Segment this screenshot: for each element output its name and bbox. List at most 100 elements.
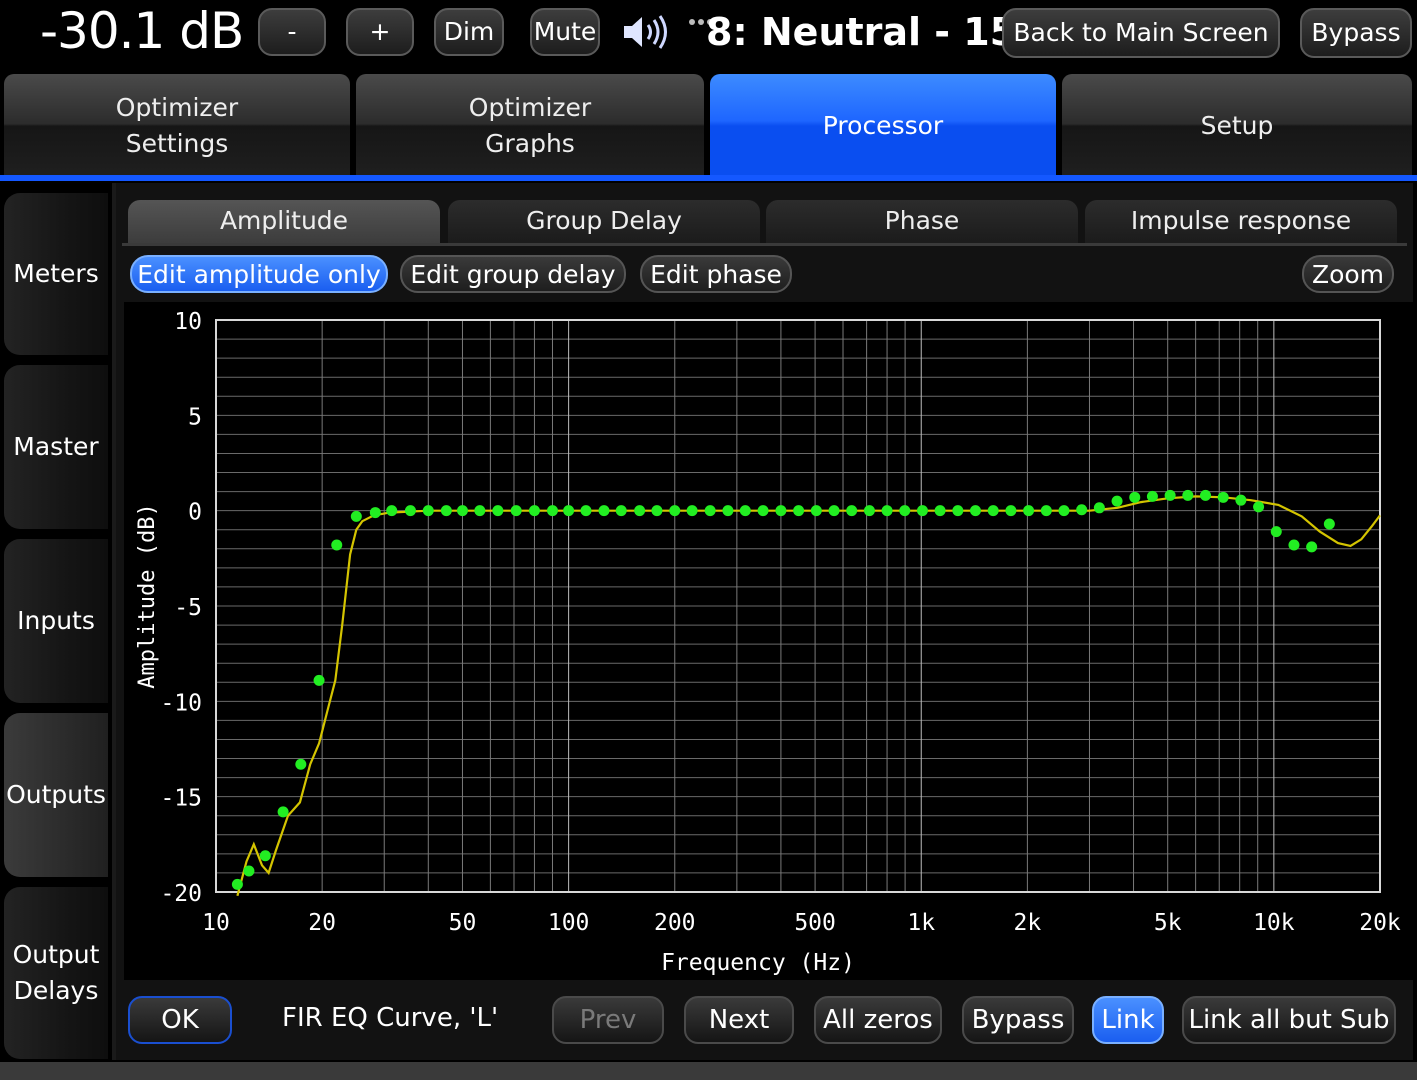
sidebar-item-label-line2: Delays [13,976,99,1005]
eq-control-point [1058,505,1070,517]
eq-control-point [669,505,681,517]
eq-control-point [259,850,271,862]
x-tick-label: 10k [1253,910,1295,936]
x-axis-label: Frequency (Hz) [661,950,855,976]
back-to-main-screen-button[interactable]: Back to Main Screen [1002,8,1280,58]
eq-control-point [775,505,787,517]
eq-control-point [1040,505,1052,517]
eq-control-point [739,505,751,517]
eq-control-point [440,505,452,517]
eq-control-point [846,505,858,517]
chart-svg[interactable]: 1050-5-10-15-2010 20 50 100 200 500 1k 2k 5k 10k 2… [124,302,1414,980]
edit-group-delay-button[interactable]: Edit group delay [400,255,626,293]
bypass-top-button[interactable]: Bypass [1300,8,1412,58]
link-button[interactable]: Link [1092,996,1164,1044]
eq-control-point [828,505,840,517]
sidebar: Meters Master Inputs Outputs Output Delay… [0,183,116,1060]
top-bar: -30.1 dB - + Dim Mute 8: Neutral - 150 B… [0,0,1417,64]
x-tick-label: 1k [907,910,935,936]
eq-control-point [1253,501,1265,513]
eq-control-point [598,505,610,517]
eq-control-point [350,510,362,522]
eq-control-point [1217,491,1229,503]
all-zeros-button[interactable]: All zeros [814,996,942,1044]
amplitude-chart[interactable]: 10 5 0 -5 -10 -15 -20 10 20 50 100 200 500 1k 2k 5k 10k 2… [124,302,1414,980]
eq-control-point [934,505,946,517]
eq-control-point [686,505,698,517]
sidebar-item-output-delays[interactable]: Output Delays [4,887,108,1059]
eq-control-point [1182,489,1194,501]
eq-control-point [1323,518,1335,530]
eq-control-point [1005,505,1017,517]
sidebar-item-label: Inputs [17,606,95,635]
sidebar-item-label: Outputs [6,780,106,809]
eq-control-point [881,505,893,517]
eq-control-point [1235,494,1247,506]
subtab-underline [122,243,1407,246]
sidebar-item-label: Meters [13,259,99,288]
tab-label-line2: Graphs [485,129,575,158]
link-all-but-sub-button[interactable]: Link all but Sub [1182,996,1396,1044]
eq-control-point [404,505,416,517]
tab-label-line2: Settings [125,129,229,158]
eq-control-point [1270,526,1282,538]
sidebar-item-label-line1: Output [12,940,100,969]
tab-setup[interactable]: Setup [1062,74,1412,178]
volume-down-button[interactable]: - [258,8,326,56]
eq-control-point [899,505,911,517]
eq-control-point [580,505,592,517]
x-tick-label: 20 [308,910,336,936]
zoom-button[interactable]: Zoom [1302,255,1394,293]
dim-button[interactable]: Dim [434,8,504,56]
x-tick-label: 100 [548,910,590,936]
sidebar-item-master[interactable]: Master [4,365,108,529]
x-tick-label: 10 [202,910,230,936]
eq-control-point [1164,489,1176,501]
tab-optimizer-settings[interactable]: Optimizer Settings [4,74,350,178]
subtab-group-delay[interactable]: Group Delay [448,200,760,244]
x-tick-label: 20k [1359,910,1401,936]
y-tick-label: -20 [160,881,202,907]
volume-up-button[interactable]: + [346,8,414,56]
speaker-icon[interactable] [620,12,676,52]
edit-phase-button[interactable]: Edit phase [640,255,792,293]
eq-control-point [651,505,663,517]
eq-control-point [277,806,289,818]
eq-control-point [916,505,928,517]
eq-control-point [1146,490,1158,502]
ok-button[interactable]: OK [128,996,232,1044]
eq-control-point [1288,539,1300,551]
mute-button[interactable]: Mute [530,8,600,56]
y-tick-label: -10 [160,690,202,716]
sidebar-item-outputs[interactable]: Outputs [4,713,108,877]
eq-control-point [563,505,575,517]
sidebar-item-inputs[interactable]: Inputs [4,539,108,703]
y-tick-label: -15 [160,786,202,812]
subtab-impulse-response[interactable]: Impulse response [1085,200,1397,244]
eq-control-point [615,505,627,517]
eq-control-point [369,507,381,519]
y-tick-label: 5 [188,404,202,430]
sidebar-item-meters[interactable]: Meters [4,193,108,355]
bypass-button[interactable]: Bypass [962,996,1074,1044]
next-button[interactable]: Next [684,996,794,1044]
edit-amplitude-only-button[interactable]: Edit amplitude only [130,255,388,293]
prev-button[interactable]: Prev [552,996,664,1044]
tab-optimizer-graphs[interactable]: Optimizer Graphs [356,74,704,178]
x-tick-label: 2k [1014,910,1042,936]
eq-control-point [1023,505,1035,517]
curve-label: FIR EQ Curve, 'L' [282,1003,499,1033]
eq-control-point [295,758,307,770]
y-tick-label: 10 [174,309,202,335]
x-tick-label: 50 [449,910,477,936]
eq-control-point [969,505,981,517]
subtab-phase[interactable]: Phase [766,200,1078,244]
preset-title: 8: Neutral - 150 [706,10,1043,54]
subtab-amplitude[interactable]: Amplitude [128,200,440,244]
eq-control-point [1111,495,1123,507]
eq-control-point [704,505,716,517]
tab-label: Processor [822,111,944,140]
eq-control-point [331,539,343,551]
tab-processor[interactable]: Processor [710,74,1056,178]
x-tick-label: 5k [1154,910,1182,936]
